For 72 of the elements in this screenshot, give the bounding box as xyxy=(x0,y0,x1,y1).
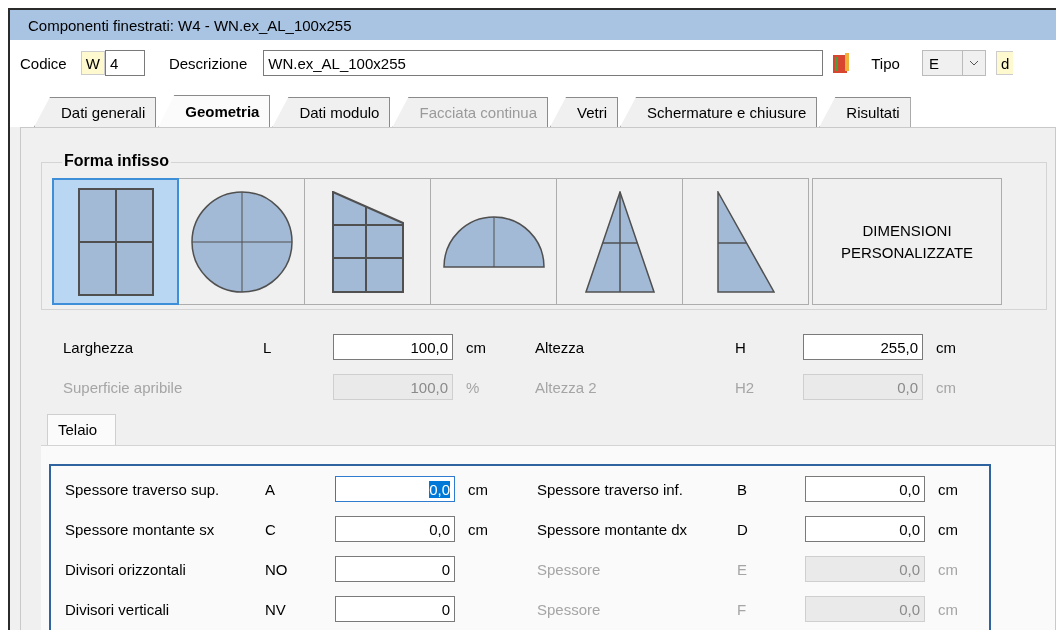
number-field[interactable]: 100,0 xyxy=(333,334,453,360)
trapezoid-shape-icon xyxy=(331,190,404,293)
field-symbol: NV xyxy=(265,600,286,618)
triangle-shape-icon xyxy=(584,190,655,293)
field-symbol: H xyxy=(735,338,746,356)
unit-label: cm xyxy=(938,600,958,618)
field-symbol: C xyxy=(265,520,276,538)
unit-label: cm xyxy=(938,560,958,578)
unit-label: cm xyxy=(936,378,956,396)
right-triangle-shape-icon xyxy=(716,190,775,293)
unit-label: cm xyxy=(466,338,486,356)
unit-label: % xyxy=(466,378,480,396)
code-field[interactable]: 4 xyxy=(104,50,145,76)
field-symbol: NO xyxy=(265,560,288,578)
number-field[interactable]: 0 xyxy=(335,596,455,622)
field-symbol: L xyxy=(263,338,272,356)
unit-label: cm xyxy=(468,480,488,498)
unit-label: cm xyxy=(938,480,958,498)
number-field[interactable]: 0 xyxy=(335,556,455,582)
tab[interactable]: Geometria xyxy=(158,95,271,127)
unit-label: cm xyxy=(936,338,956,356)
descrizione-label: Descrizione xyxy=(168,54,248,72)
field-symbol: A xyxy=(265,480,275,498)
field-label: Spessore xyxy=(537,600,602,618)
field-label: Divisori verticali xyxy=(65,600,171,618)
number-field[interactable]: 255,0 xyxy=(803,334,923,360)
field-symbol: H2 xyxy=(735,378,755,396)
field-label: Altezza xyxy=(535,338,586,356)
window-shape-icon xyxy=(77,187,154,296)
shape-button[interactable] xyxy=(52,178,179,305)
number-field[interactable]: 0,0 xyxy=(805,476,925,502)
shape-button[interactable] xyxy=(556,178,683,305)
field-symbol: B xyxy=(737,480,747,498)
tab[interactable]: Vetri xyxy=(550,97,619,127)
field-label: Superficie apribile xyxy=(63,378,184,396)
number-field[interactable]: 0,0 xyxy=(805,516,925,542)
field-symbol: D xyxy=(737,520,748,538)
book-icon[interactable] xyxy=(831,52,852,74)
tab[interactable]: Schermature e chiusure xyxy=(620,97,818,127)
field-symbol: E xyxy=(737,560,747,578)
field-label: Larghezza xyxy=(63,338,135,356)
code-prefix-field[interactable]: W xyxy=(80,51,105,75)
tab[interactable]: Risultati xyxy=(819,97,911,127)
field-symbol: F xyxy=(737,600,747,618)
field-label: Spessore montante dx xyxy=(537,520,689,538)
shape-button[interactable] xyxy=(682,178,809,305)
field-label: Spessore traverso sup. xyxy=(65,480,221,498)
number-field[interactable]: 0,0 xyxy=(335,476,455,502)
field-label: Spessore xyxy=(537,560,602,578)
tab[interactable]: Dati generali xyxy=(34,97,157,127)
text-field[interactable]: d xyxy=(995,51,1014,75)
shape-button[interactable] xyxy=(178,178,305,305)
field-label: Altezza 2 xyxy=(535,378,598,396)
shape-button[interactable] xyxy=(304,178,431,305)
semicircle-shape-icon xyxy=(442,215,545,268)
number-field[interactable]: 0,0 xyxy=(335,516,455,542)
unit-label: cm xyxy=(468,520,488,538)
window-title: Componenti finestrati: W4 - WN.ex_AL_100x255 xyxy=(28,16,352,34)
chevron-down-icon xyxy=(968,60,979,66)
tipo-label: Tipo xyxy=(871,54,900,72)
field-label: Spessore traverso inf. xyxy=(537,480,684,498)
custom-dimensions-button[interactable]: DIMENSIONI PERSONALIZZATE xyxy=(812,178,1002,305)
description-field[interactable]: WN.ex_AL_100x255 xyxy=(263,50,824,76)
tab[interactable]: Dati modulo xyxy=(272,97,391,127)
type-dropdown[interactable]: E xyxy=(921,50,986,76)
tab[interactable]: Telaio xyxy=(47,414,117,445)
codice-label: Codice xyxy=(20,54,67,72)
shape-button[interactable] xyxy=(430,178,557,305)
circle-shape-icon xyxy=(190,190,293,293)
field-label: Divisori orizzontali xyxy=(65,560,187,578)
field-label: Spessore montante sx xyxy=(65,520,216,538)
unit-label: cm xyxy=(938,520,958,538)
